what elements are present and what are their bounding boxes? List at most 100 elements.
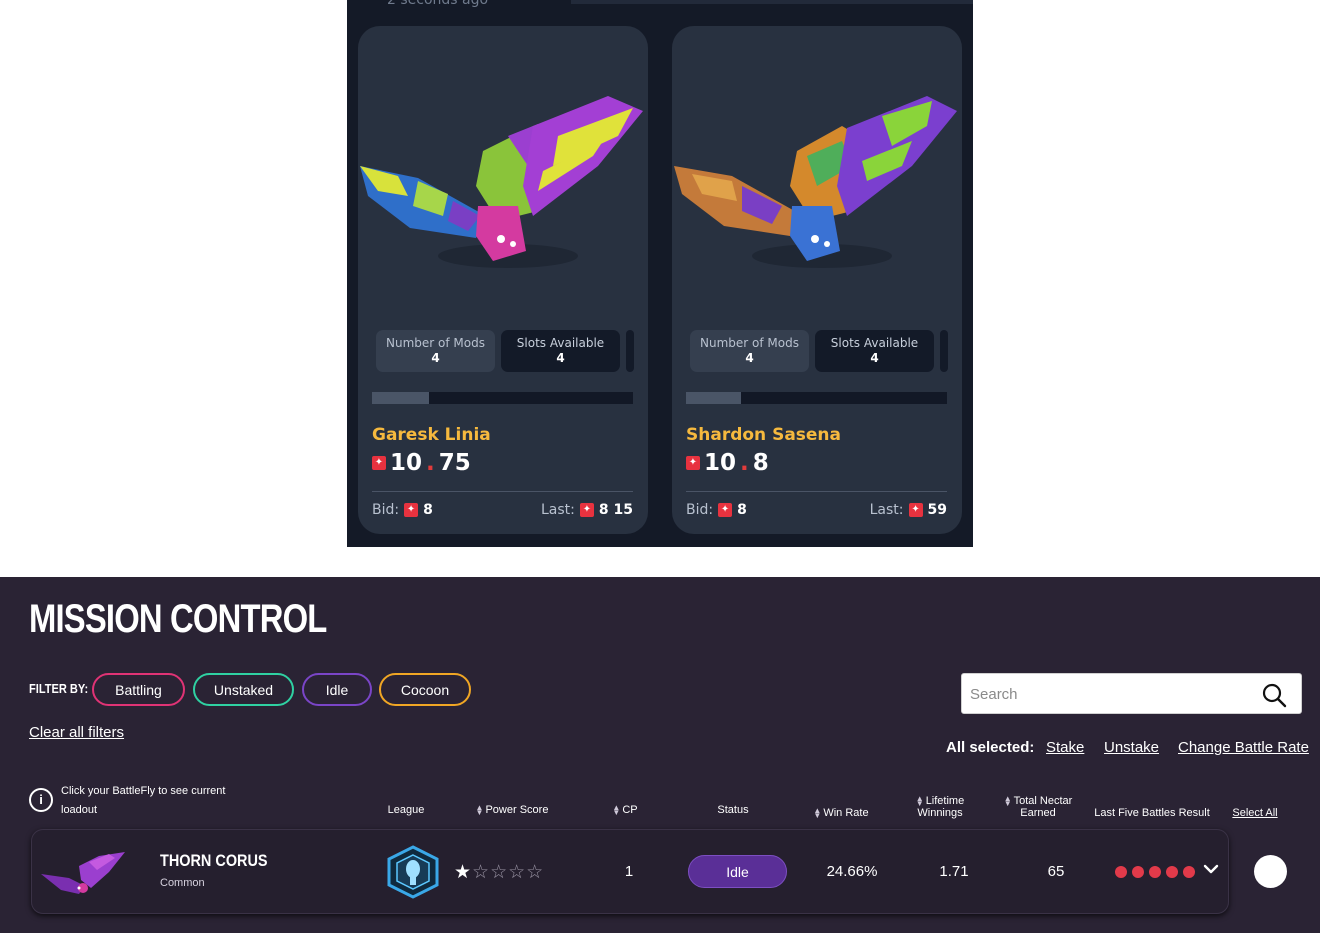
win-rate-value: 24.66% xyxy=(826,863,878,880)
progress-bar xyxy=(686,392,947,404)
bid-info: Bid: ✦ 8 xyxy=(372,502,433,518)
filter-label: FILTER BY: xyxy=(29,681,89,696)
magic-token-icon: ✦ xyxy=(718,503,733,517)
slots-value: 4 xyxy=(556,351,565,365)
col-win-rate[interactable]: ▲ ▼ Win Rate xyxy=(810,807,872,820)
info-hint: Click your BattleFly to see current load… xyxy=(61,785,226,816)
col-nectar-label: Total Nectar Earned xyxy=(1013,795,1073,819)
bid-value: 8 xyxy=(423,502,433,518)
battlefly-name: THORN CORUS xyxy=(160,851,268,870)
loss-dot-icon xyxy=(1183,866,1195,878)
magic-token-icon: ✦ xyxy=(579,503,594,517)
battlefly-thumbnail[interactable] xyxy=(39,844,127,899)
col-power-score[interactable]: ▲ ▼ Power Score xyxy=(472,803,552,818)
magic-token-icon: ✦ xyxy=(372,456,386,470)
price: ✦ 10. 75 xyxy=(372,450,471,476)
col-league-label: League xyxy=(387,804,425,816)
listing-card[interactable]: Number of Mods 4 Slots Available 4 Shard… xyxy=(672,26,962,534)
divider xyxy=(686,491,947,492)
lifetime-winnings-value: 1.71 xyxy=(939,863,969,880)
slots-chip: Slots Available 4 xyxy=(501,330,620,372)
cp-value: 1 xyxy=(624,863,634,880)
rarity-label: Common xyxy=(160,877,205,889)
col-lifetime-winnings[interactable]: ▲ ▼ Lifetime Winnings xyxy=(908,795,972,819)
slots-label: Slots Available xyxy=(830,336,919,350)
bid-label: Bid: xyxy=(686,502,714,518)
stake-link[interactable]: Stake xyxy=(1046,739,1084,756)
total-nectar-value: 65 xyxy=(1047,863,1065,880)
col-power-score-label: Power Score xyxy=(485,804,549,816)
all-selected-label: All selected: xyxy=(946,739,1035,756)
status-badge[interactable]: Idle xyxy=(688,855,787,888)
col-league: League xyxy=(386,804,426,816)
mods-value: 4 xyxy=(431,351,440,365)
progress-fill xyxy=(686,392,741,404)
loss-dot-icon xyxy=(1132,866,1144,878)
filter-unstaked-button[interactable]: Unstaked xyxy=(193,673,294,706)
bid-value: 8 xyxy=(737,502,747,518)
price-int: 10 xyxy=(390,450,423,476)
listing-card[interactable]: Number of Mods 4 Slots Available 4 Gares… xyxy=(358,26,648,534)
mods-label: Number of Mods xyxy=(386,336,485,350)
filter-idle-button[interactable]: Idle xyxy=(302,673,372,706)
chip-overflow xyxy=(626,330,634,372)
col-last-five-label: Last Five Battles Result xyxy=(1094,807,1210,819)
divider xyxy=(372,491,633,492)
sort-icon: ▲ ▼ xyxy=(475,803,484,818)
mission-control-section: MISSION CONTROL FILTER BY: Battling Unst… xyxy=(0,577,1320,933)
listing-time: 2 seconds ago xyxy=(387,0,489,8)
sort-icon: ▲ ▼ xyxy=(915,794,924,809)
clear-filters-link[interactable]: Clear all filters xyxy=(29,724,124,741)
loss-dot-icon xyxy=(1166,866,1178,878)
filter-battling-button[interactable]: Battling xyxy=(92,673,185,706)
row-select-checkbox[interactable] xyxy=(1254,855,1287,888)
search-input[interactable] xyxy=(970,683,1250,705)
slots-value: 4 xyxy=(870,351,879,365)
chevron-down-icon[interactable] xyxy=(1203,863,1219,875)
last-label: Last: xyxy=(541,502,575,518)
league-badge-icon xyxy=(387,845,439,899)
progress-bar xyxy=(372,392,633,404)
last-sale-info: Last: ✦ 8 15 xyxy=(541,502,633,518)
col-lifetime-label: Lifetime Winnings xyxy=(917,795,965,819)
last-value: 59 xyxy=(927,502,947,518)
price: ✦ 10. 8 xyxy=(686,450,769,476)
magic-token-icon: ✦ xyxy=(908,503,923,517)
bid-info: Bid: ✦ 8 xyxy=(686,502,747,518)
last-five-results xyxy=(1115,866,1195,878)
battlefly-image xyxy=(674,96,957,268)
slots-chip: Slots Available 4 xyxy=(815,330,934,372)
sort-icon: ▲ ▼ xyxy=(1003,794,1012,809)
decimal-dot-icon: . xyxy=(740,450,749,476)
col-cp-label: CP xyxy=(622,804,638,816)
page-title: MISSION CONTROL xyxy=(29,597,327,641)
filter-cocoon-button[interactable]: Cocoon xyxy=(379,673,471,706)
col-last-five: Last Five Battles Result xyxy=(1090,807,1214,819)
change-battle-rate-link[interactable]: Change Battle Rate xyxy=(1178,739,1309,756)
mods-chip: Number of Mods 4 xyxy=(376,330,495,372)
slots-label: Slots Available xyxy=(516,336,605,350)
price-dec: 75 xyxy=(438,450,471,476)
unstake-link[interactable]: Unstake xyxy=(1104,739,1159,756)
mods-value: 4 xyxy=(745,351,754,365)
info-icon: i xyxy=(29,788,53,812)
col-status-label: Status xyxy=(717,804,749,816)
select-all-link[interactable]: Select All xyxy=(1228,807,1282,819)
star-filled-icon: ★ xyxy=(454,862,473,883)
search-box[interactable] xyxy=(961,673,1302,714)
last-sale-info: Last: ✦ 59 xyxy=(870,502,947,518)
power-score-stars: ★☆☆☆☆ xyxy=(454,862,545,883)
progress-fill xyxy=(372,392,430,404)
search-icon[interactable] xyxy=(1261,682,1287,708)
col-cp[interactable]: ▲ ▼ CP xyxy=(610,803,640,818)
chip-overflow xyxy=(940,330,948,372)
table-row[interactable]: THORN CORUS Common ★☆☆☆☆ 1 Idle 24.66% 1… xyxy=(31,829,1229,914)
col-total-nectar[interactable]: ▲ ▼ Total Nectar Earned xyxy=(1000,795,1076,819)
price-int: 10 xyxy=(704,450,737,476)
marketplace-panel: 2 seconds ago Number of Mods 4 Slots Ava… xyxy=(347,0,973,547)
sort-icon: ▲ ▼ xyxy=(612,803,621,818)
price-dec: 8 xyxy=(752,450,769,476)
bid-label: Bid: xyxy=(372,502,400,518)
loss-dot-icon xyxy=(1115,866,1127,878)
last-label: Last: xyxy=(869,502,904,518)
